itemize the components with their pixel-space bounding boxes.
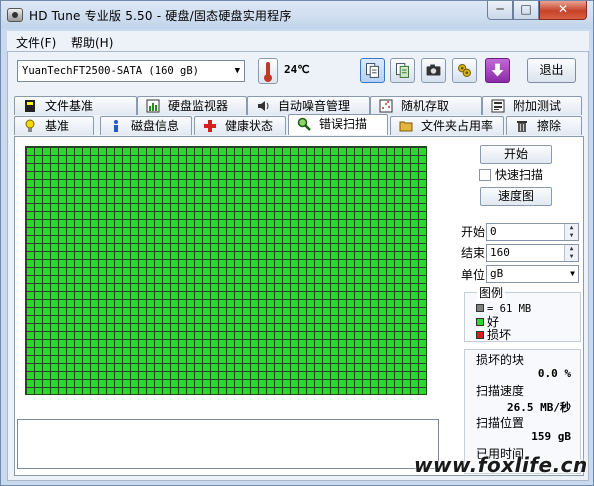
damaged-swatch-icon	[476, 331, 484, 339]
minimize-button[interactable]: ─	[487, 1, 513, 20]
tab-disk-monitor[interactable]: 硬盘监视器	[137, 96, 247, 115]
app-icon	[7, 8, 23, 22]
copy-info-button[interactable]	[390, 58, 415, 83]
bulb-icon	[23, 119, 37, 133]
extra-tests-icon	[491, 99, 505, 113]
drive-select[interactable]: YuanTechFT2500-SATA (160 gB) ▼	[17, 60, 245, 82]
tab-label: 硬盘监视器	[168, 99, 229, 113]
good-swatch-icon	[476, 318, 484, 326]
tab-label: 擦除	[537, 119, 562, 133]
drive-select-value: YuanTechFT2500-SATA (160 gB)	[22, 65, 200, 77]
unit-select-value: gB	[490, 267, 504, 280]
start-position-input[interactable]: 0 ▲ ▼	[486, 223, 579, 241]
legend-damaged-text: 损坏	[487, 328, 512, 342]
end-position-value: 160	[490, 246, 510, 259]
camera-icon	[426, 64, 441, 76]
end-field-label: 结束	[461, 246, 486, 260]
spin-down-icon[interactable]: ▼	[564, 253, 578, 261]
trash-icon	[515, 119, 529, 133]
tab-label: 随机存取	[401, 99, 450, 113]
tab-label: 基准	[45, 119, 70, 133]
chevron-down-icon: ▼	[570, 269, 575, 278]
damaged-blocks-label: 损坏的块	[476, 353, 525, 367]
tab-disk-info[interactable]: 磁盘信息	[100, 116, 192, 135]
copy-button[interactable]	[360, 58, 385, 83]
window-title: HD Tune 专业版 5.50 - 硬盘/固态硬盘实用程序	[29, 9, 292, 23]
temperature-readout: 24℃	[284, 63, 310, 76]
chevron-down-icon: ▼	[234, 66, 240, 76]
menu-help[interactable]: 帮助(H)	[71, 34, 113, 51]
health-icon	[203, 119, 217, 133]
tab-label: 自动噪音管理	[278, 99, 351, 113]
spin-down-icon[interactable]: ▼	[564, 232, 578, 240]
download-icon	[491, 63, 504, 77]
damaged-blocks-value: 0.0 %	[537, 367, 571, 380]
folder-icon	[399, 119, 413, 133]
scan-speed-label: 扫描速度	[476, 384, 525, 398]
monitor-icon	[146, 99, 160, 113]
watermark: www.foxlife.cn	[414, 453, 588, 477]
scan-position-value: 159 gB	[531, 430, 571, 443]
legend-damaged: 损坏	[476, 326, 511, 343]
block-swatch-icon	[476, 304, 484, 312]
tab-error-scan[interactable]: 错误扫描	[288, 114, 388, 135]
copy-info-icon	[396, 63, 409, 78]
download-button[interactable]	[485, 58, 510, 83]
copy-icon	[366, 63, 379, 78]
title-bar[interactable]: HD Tune 专业版 5.50 - 硬盘/固态硬盘实用程序 ─ □ ✕	[1, 1, 593, 29]
close-button[interactable]: ✕	[539, 1, 587, 20]
scan-speed-value: 26.5 MB/秒	[507, 401, 571, 414]
tab-label: 文件夹占用率	[421, 119, 494, 133]
main-content: YuanTechFT2500-SATA (160 gB) ▼ 24℃ 退出 文件…	[7, 51, 589, 481]
tab-erase[interactable]: 擦除	[506, 116, 582, 135]
magnifier-icon	[297, 117, 311, 131]
exit-button[interactable]: 退出	[527, 58, 576, 83]
spin-up-icon[interactable]: ▲	[564, 224, 578, 232]
unit-select[interactable]: gB ▼	[486, 265, 579, 283]
scan-position-label: 扫描位置	[476, 416, 525, 430]
tab-file-benchmark[interactable]: 文件基准	[14, 96, 137, 115]
toolbar: YuanTechFT2500-SATA (160 gB) ▼ 24℃ 退出	[8, 52, 588, 92]
app-window: HD Tune 专业版 5.50 - 硬盘/固态硬盘实用程序 ─ □ ✕ 文件(…	[0, 0, 594, 486]
settings-icon	[458, 64, 471, 77]
tab-label: 健康状态	[225, 119, 274, 133]
legend-title: 图例	[477, 284, 506, 301]
tab-benchmark[interactable]: 基准	[14, 116, 94, 135]
unit-field-label: 单位	[461, 268, 486, 282]
benchmark-icon	[23, 99, 37, 113]
tab-label: 错误扫描	[319, 117, 368, 131]
random-access-icon	[379, 99, 393, 113]
menu-file[interactable]: 文件(F)	[16, 34, 56, 51]
scan-block-grid	[25, 146, 427, 395]
tab-random-access[interactable]: 随机存取	[370, 96, 482, 115]
start-field-label: 开始	[461, 225, 486, 239]
tab-folder-usage[interactable]: 文件夹占用率	[390, 116, 504, 135]
tab-label: 磁盘信息	[131, 119, 180, 133]
tab-label: 附加测试	[513, 99, 562, 113]
maximize-button[interactable]: □	[513, 1, 539, 20]
menu-bar: 文件(F) 帮助(H)	[7, 31, 589, 51]
tab-noise-management[interactable]: 自动噪音管理	[247, 96, 370, 115]
speed-map-button[interactable]: 速度图	[480, 187, 552, 206]
start-scan-button[interactable]: 开始	[480, 145, 552, 164]
tab-extra-tests[interactable]: 附加测试	[482, 96, 582, 115]
quick-scan-checkbox[interactable]	[479, 169, 491, 181]
start-position-value: 0	[490, 225, 497, 238]
spin-up-icon[interactable]: ▲	[564, 245, 578, 253]
end-position-input[interactable]: 160 ▲ ▼	[486, 244, 579, 262]
options-button[interactable]	[452, 58, 477, 83]
thermometer-icon	[258, 58, 278, 84]
speaker-icon	[256, 99, 270, 113]
error-scan-panel: 开始 快速扫描 速度图 开始 0 ▲ ▼ 结束 160 ▲ ▼ 单位 gB ▼ …	[14, 136, 584, 476]
screenshot-button[interactable]	[421, 58, 446, 83]
tab-health[interactable]: 健康状态	[194, 116, 286, 135]
quick-scan-label: 快速扫描	[495, 168, 544, 182]
tab-label: 文件基准	[45, 99, 94, 113]
info-icon	[109, 119, 123, 133]
scan-log-area[interactable]	[17, 419, 439, 469]
